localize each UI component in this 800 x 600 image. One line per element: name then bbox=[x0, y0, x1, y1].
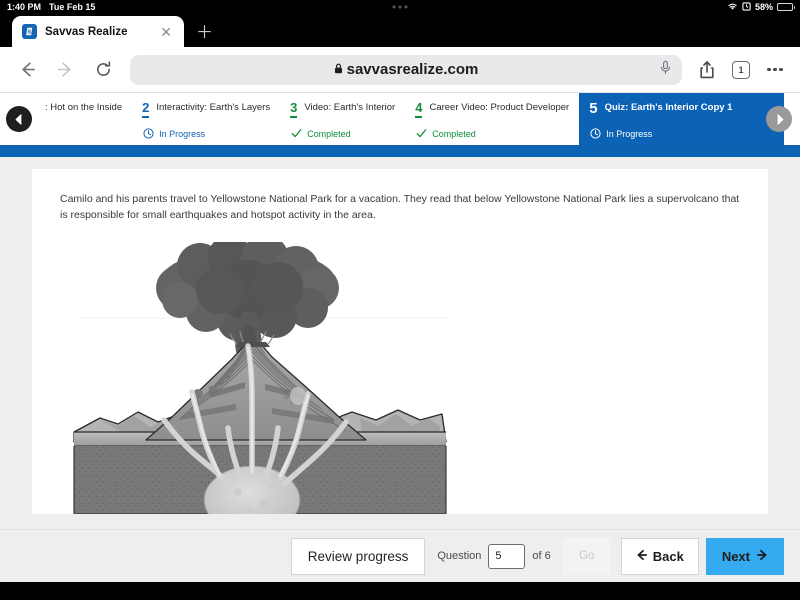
tab-title: Savvas Realize bbox=[45, 25, 128, 38]
address-content: savvasrealize.com bbox=[334, 61, 479, 78]
more-dots-icon[interactable] bbox=[760, 55, 790, 85]
check-icon bbox=[416, 128, 427, 139]
quiz-bottom-toolbar: Review progress Question of 6 Go Back Ne… bbox=[0, 529, 800, 582]
step-status-row: Completed bbox=[415, 128, 569, 139]
clock-icon bbox=[590, 128, 601, 139]
dot bbox=[392, 5, 396, 9]
step-status-row: Completed bbox=[290, 128, 395, 139]
step-header: 5 Quiz: Earth's Interior Copy 1 bbox=[589, 100, 733, 119]
status-bar-left: 1:40 PM Tue Feb 15 bbox=[7, 2, 95, 12]
step-number: 2 bbox=[142, 100, 150, 119]
step-header: : Hot on the Inside bbox=[38, 101, 122, 114]
alarm-icon bbox=[742, 1, 751, 13]
step-item-3[interactable]: 3 Video: Earth's Interior Completed bbox=[280, 93, 405, 145]
check-icon bbox=[291, 128, 302, 139]
review-progress-button[interactable]: Review progress bbox=[290, 537, 426, 575]
savvas-favicon-icon: S bbox=[22, 24, 37, 39]
status-time: 1:40 PM bbox=[7, 2, 42, 12]
svg-text:S: S bbox=[27, 29, 31, 35]
step-status-text: Completed bbox=[432, 128, 476, 139]
arrow-left-icon[interactable] bbox=[10, 53, 44, 87]
status-bar-right: 58% bbox=[727, 1, 795, 13]
step-item-2[interactable]: 2 Interactivity: Earth's Layers In Progr… bbox=[132, 93, 280, 145]
step-number: 4 bbox=[415, 100, 423, 119]
battery-icon bbox=[777, 3, 795, 11]
share-icon[interactable] bbox=[692, 55, 722, 85]
quiz-page-body: Camilo and his parents travel to Yellows… bbox=[0, 157, 800, 529]
magma-pocket bbox=[290, 386, 306, 405]
volcano-cross-section-diagram bbox=[60, 241, 460, 514]
status-date: Tue Feb 15 bbox=[49, 2, 96, 12]
dot bbox=[404, 5, 408, 9]
step-status-text: In Progress bbox=[606, 128, 653, 139]
step-label: Career Video: Product Developer bbox=[429, 102, 570, 113]
reload-icon[interactable] bbox=[86, 53, 120, 87]
question-prompt: Camilo and his parents travel to Yellows… bbox=[60, 193, 740, 222]
step-label: Video: Earth's Interior bbox=[304, 102, 396, 113]
back-label: Back bbox=[652, 548, 684, 564]
step-label: Quiz: Earth's Interior Copy 1 bbox=[604, 102, 733, 113]
plus-icon[interactable]: ＋ bbox=[184, 24, 225, 41]
assignment-steps-nav: : Hot on the Inside 2 Interactivity: Ear… bbox=[0, 93, 800, 145]
close-icon[interactable]: ✕ bbox=[158, 25, 174, 39]
battery-percent: 58% bbox=[754, 2, 773, 12]
microphone-icon[interactable] bbox=[659, 60, 672, 80]
step-status-text: Completed bbox=[307, 128, 351, 139]
browser-tab-strip: S Savvas Realize ✕ ＋ bbox=[0, 14, 800, 47]
step-status-row: In Progress bbox=[589, 128, 732, 139]
tab-count-label: 1 bbox=[732, 60, 750, 79]
step-label: Interactivity: Earth's Layers bbox=[156, 102, 271, 113]
question-label: Question bbox=[437, 550, 482, 562]
step-header: 2 Interactivity: Earth's Layers bbox=[142, 100, 271, 119]
address-bar[interactable]: savvasrealize.com bbox=[130, 54, 682, 85]
dot bbox=[398, 5, 402, 9]
multitask-dots-icon[interactable] bbox=[392, 5, 408, 9]
section-accent-band bbox=[0, 145, 800, 157]
step-number: 3 bbox=[290, 100, 298, 119]
step-header: 4 Career Video: Product Developer bbox=[415, 100, 570, 119]
tab-count-button[interactable]: 1 bbox=[726, 55, 756, 85]
ash-plume bbox=[156, 241, 339, 358]
step-item-4[interactable]: 4 Career Video: Product Developer Comple… bbox=[405, 93, 579, 145]
step-header: 3 Video: Earth's Interior bbox=[290, 100, 396, 119]
arrow-left-icon bbox=[636, 549, 648, 564]
chevron-left-icon[interactable] bbox=[6, 106, 32, 132]
clock-icon bbox=[143, 128, 154, 139]
question-number-input[interactable] bbox=[488, 543, 526, 569]
next-label: Next bbox=[721, 548, 750, 564]
browser-tab[interactable]: S Savvas Realize ✕ bbox=[12, 16, 184, 47]
step-label: : Hot on the Inside bbox=[45, 102, 123, 113]
question-card: Camilo and his parents travel to Yellows… bbox=[32, 169, 768, 514]
chevron-right-icon[interactable] bbox=[766, 106, 792, 132]
step-status-row: In Progress bbox=[142, 128, 270, 139]
back-button[interactable]: Back bbox=[620, 537, 699, 575]
step-item-5[interactable]: 5 Quiz: Earth's Interior Copy 1 In Progr… bbox=[579, 93, 785, 145]
wifi-icon bbox=[727, 2, 738, 13]
url-text: savvasrealize.com bbox=[346, 61, 479, 78]
ios-status-bar: 1:40 PM Tue Feb 15 58% bbox=[0, 0, 800, 14]
arrow-right-icon[interactable] bbox=[48, 53, 82, 87]
question-navigator: Question of 6 bbox=[425, 543, 562, 569]
arrow-right-icon bbox=[756, 549, 768, 564]
lock-icon bbox=[334, 63, 343, 77]
question-total-label: of 6 bbox=[532, 550, 551, 562]
next-button[interactable]: Next bbox=[705, 537, 784, 575]
browser-toolbar: savvasrealize.com 1 bbox=[0, 47, 800, 93]
step-number: 5 bbox=[589, 100, 598, 117]
step-status-text: In Progress bbox=[159, 128, 206, 139]
go-button[interactable]: Go bbox=[562, 537, 611, 575]
